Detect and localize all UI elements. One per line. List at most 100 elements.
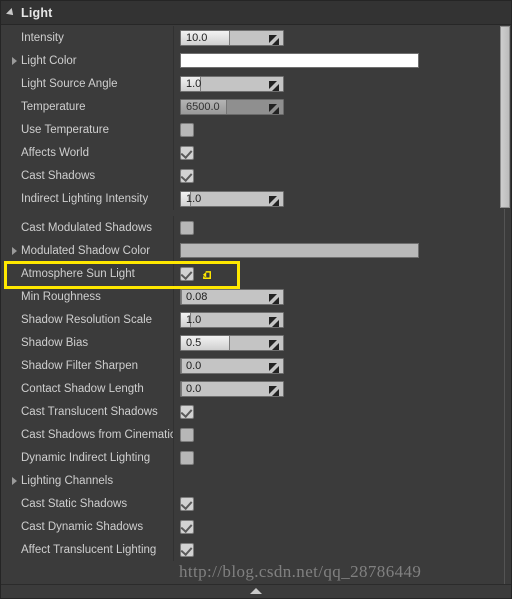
checkbox[interactable]: [180, 404, 194, 419]
property-row[interactable]: Temperature 6500.0: [1, 95, 511, 118]
resize-grip-icon[interactable]: [269, 292, 280, 304]
bottom-bar: [1, 584, 511, 598]
property-label: Indirect Lighting Intensity: [21, 192, 149, 205]
property-name-cell: Temperature: [1, 95, 174, 118]
checkbox[interactable]: [180, 122, 194, 137]
numeric-slider-input[interactable]: 1.0: [180, 75, 284, 92]
resize-grip-icon[interactable]: [269, 315, 280, 327]
property-row[interactable]: Cast Shadows from Cinematic: [1, 423, 511, 446]
property-row[interactable]: Shadow Filter Sharpen 0.0: [1, 354, 511, 377]
property-row[interactable]: Cast Dynamic Shadows: [1, 515, 511, 538]
property-value-cell: [174, 141, 511, 164]
numeric-value: 1.0: [186, 77, 202, 90]
resize-grip-icon[interactable]: [269, 33, 280, 45]
scrollbar-guide-line: [504, 209, 505, 584]
chevron-right-icon[interactable]: [9, 476, 20, 485]
checkbox[interactable]: [180, 519, 194, 534]
numeric-slider-input[interactable]: 0.08: [180, 288, 284, 305]
property-label: Shadow Resolution Scale: [21, 313, 153, 326]
property-name-cell: Min Roughness: [1, 285, 174, 308]
numeric-slider-input[interactable]: 1.0: [180, 311, 284, 328]
property-name-cell: Shadow Bias: [1, 331, 174, 354]
property-label: Cast Shadows from Cinematic: [21, 428, 173, 441]
property-group: Cast Modulated Shadows Modulated Shadow C…: [1, 216, 511, 561]
property-row[interactable]: Min Roughness 0.08: [1, 285, 511, 308]
checkbox[interactable]: [180, 266, 194, 281]
property-row[interactable]: Modulated Shadow Color: [1, 239, 511, 262]
numeric-slider-input[interactable]: 1.0: [180, 190, 284, 207]
checkbox[interactable]: [180, 450, 194, 465]
property-value-cell: [174, 423, 511, 446]
property-label: Contact Shadow Length: [21, 382, 144, 395]
checkbox[interactable]: [180, 220, 194, 235]
property-name-cell: Shadow Resolution Scale: [1, 308, 174, 331]
numeric-value: 0.08: [186, 290, 208, 303]
chevron-right-icon[interactable]: [9, 246, 20, 255]
property-row[interactable]: Indirect Lighting Intensity 1.0: [1, 187, 511, 210]
property-name-cell: Modulated Shadow Color: [1, 239, 174, 262]
property-name-cell: Cast Shadows: [1, 164, 174, 187]
color-swatch[interactable]: [180, 53, 419, 68]
property-row[interactable]: Light Source Angle 1.0: [1, 72, 511, 95]
property-value-cell: [174, 469, 511, 492]
property-label: Atmosphere Sun Light: [21, 267, 135, 280]
property-name-cell: Cast Static Shadows: [1, 492, 174, 515]
property-row[interactable]: Cast Modulated Shadows: [1, 216, 511, 239]
resize-grip-icon[interactable]: [269, 102, 280, 114]
property-value-cell: [174, 49, 511, 72]
property-row[interactable]: Affect Translucent Lighting: [1, 538, 511, 561]
property-row[interactable]: Cast Translucent Shadows: [1, 400, 511, 423]
property-row[interactable]: Light Color: [1, 49, 511, 72]
property-row[interactable]: Cast Shadows: [1, 164, 511, 187]
property-name-cell: Intensity: [1, 26, 174, 49]
checkbox[interactable]: [180, 168, 194, 183]
property-row[interactable]: Affects World: [1, 141, 511, 164]
numeric-slider-input[interactable]: 0.0: [180, 357, 284, 374]
numeric-slider-input[interactable]: 0.5: [180, 334, 284, 351]
vertical-scrollbar-track[interactable]: [500, 26, 510, 584]
checkbox[interactable]: [180, 145, 194, 160]
property-name-cell: Indirect Lighting Intensity: [1, 187, 174, 210]
resize-grip-icon[interactable]: [269, 384, 280, 396]
numeric-value: 0.0: [186, 359, 202, 372]
property-name-cell: Cast Modulated Shadows: [1, 216, 174, 239]
resize-grip-icon[interactable]: [269, 194, 280, 206]
checkbox[interactable]: [180, 496, 194, 511]
property-name-cell: Contact Shadow Length: [1, 377, 174, 400]
property-row[interactable]: Cast Static Shadows: [1, 492, 511, 515]
color-swatch[interactable]: [180, 243, 419, 258]
property-value-cell: [174, 118, 511, 141]
property-row[interactable]: Contact Shadow Length 0.0: [1, 377, 511, 400]
revert-arrow-icon[interactable]: [202, 268, 213, 279]
numeric-value: 6500.0: [186, 100, 220, 113]
resize-grip-icon[interactable]: [269, 79, 280, 91]
numeric-slider-input[interactable]: 10.0: [180, 29, 284, 46]
property-row[interactable]: Atmosphere Sun Light: [1, 262, 511, 285]
chevron-right-icon[interactable]: [9, 56, 20, 65]
property-group: Intensity 10.0 Light Color Light Source Ang…: [1, 26, 511, 210]
checkbox[interactable]: [180, 427, 194, 442]
property-label: Cast Translucent Shadows: [21, 405, 158, 418]
property-name-cell: Cast Dynamic Shadows: [1, 515, 174, 538]
property-row[interactable]: Use Temperature: [1, 118, 511, 141]
numeric-slider-input[interactable]: 0.0: [180, 380, 284, 397]
property-row[interactable]: Shadow Bias 0.5: [1, 331, 511, 354]
vertical-scrollbar-thumb[interactable]: [500, 26, 510, 208]
triangle-down-icon[interactable]: [6, 8, 16, 18]
checkbox[interactable]: [180, 542, 194, 557]
category-header-light[interactable]: Light: [1, 1, 511, 25]
property-label: Affects World: [21, 146, 89, 159]
property-label: Temperature: [21, 100, 86, 113]
resize-grip-icon[interactable]: [269, 338, 280, 350]
property-row[interactable]: Dynamic Indirect Lighting: [1, 446, 511, 469]
property-row[interactable]: Shadow Resolution Scale 1.0: [1, 308, 511, 331]
resize-grip-icon[interactable]: [269, 361, 280, 373]
property-row[interactable]: Lighting Channels: [1, 469, 511, 492]
property-label: Cast Modulated Shadows: [21, 221, 153, 234]
numeric-value: 0.0: [186, 382, 202, 395]
property-label: Lighting Channels: [21, 474, 114, 487]
property-row[interactable]: Intensity 10.0: [1, 26, 511, 49]
triangle-up-icon[interactable]: [250, 588, 262, 594]
property-label: Cast Static Shadows: [21, 497, 128, 510]
property-name-cell: Affects World: [1, 141, 174, 164]
